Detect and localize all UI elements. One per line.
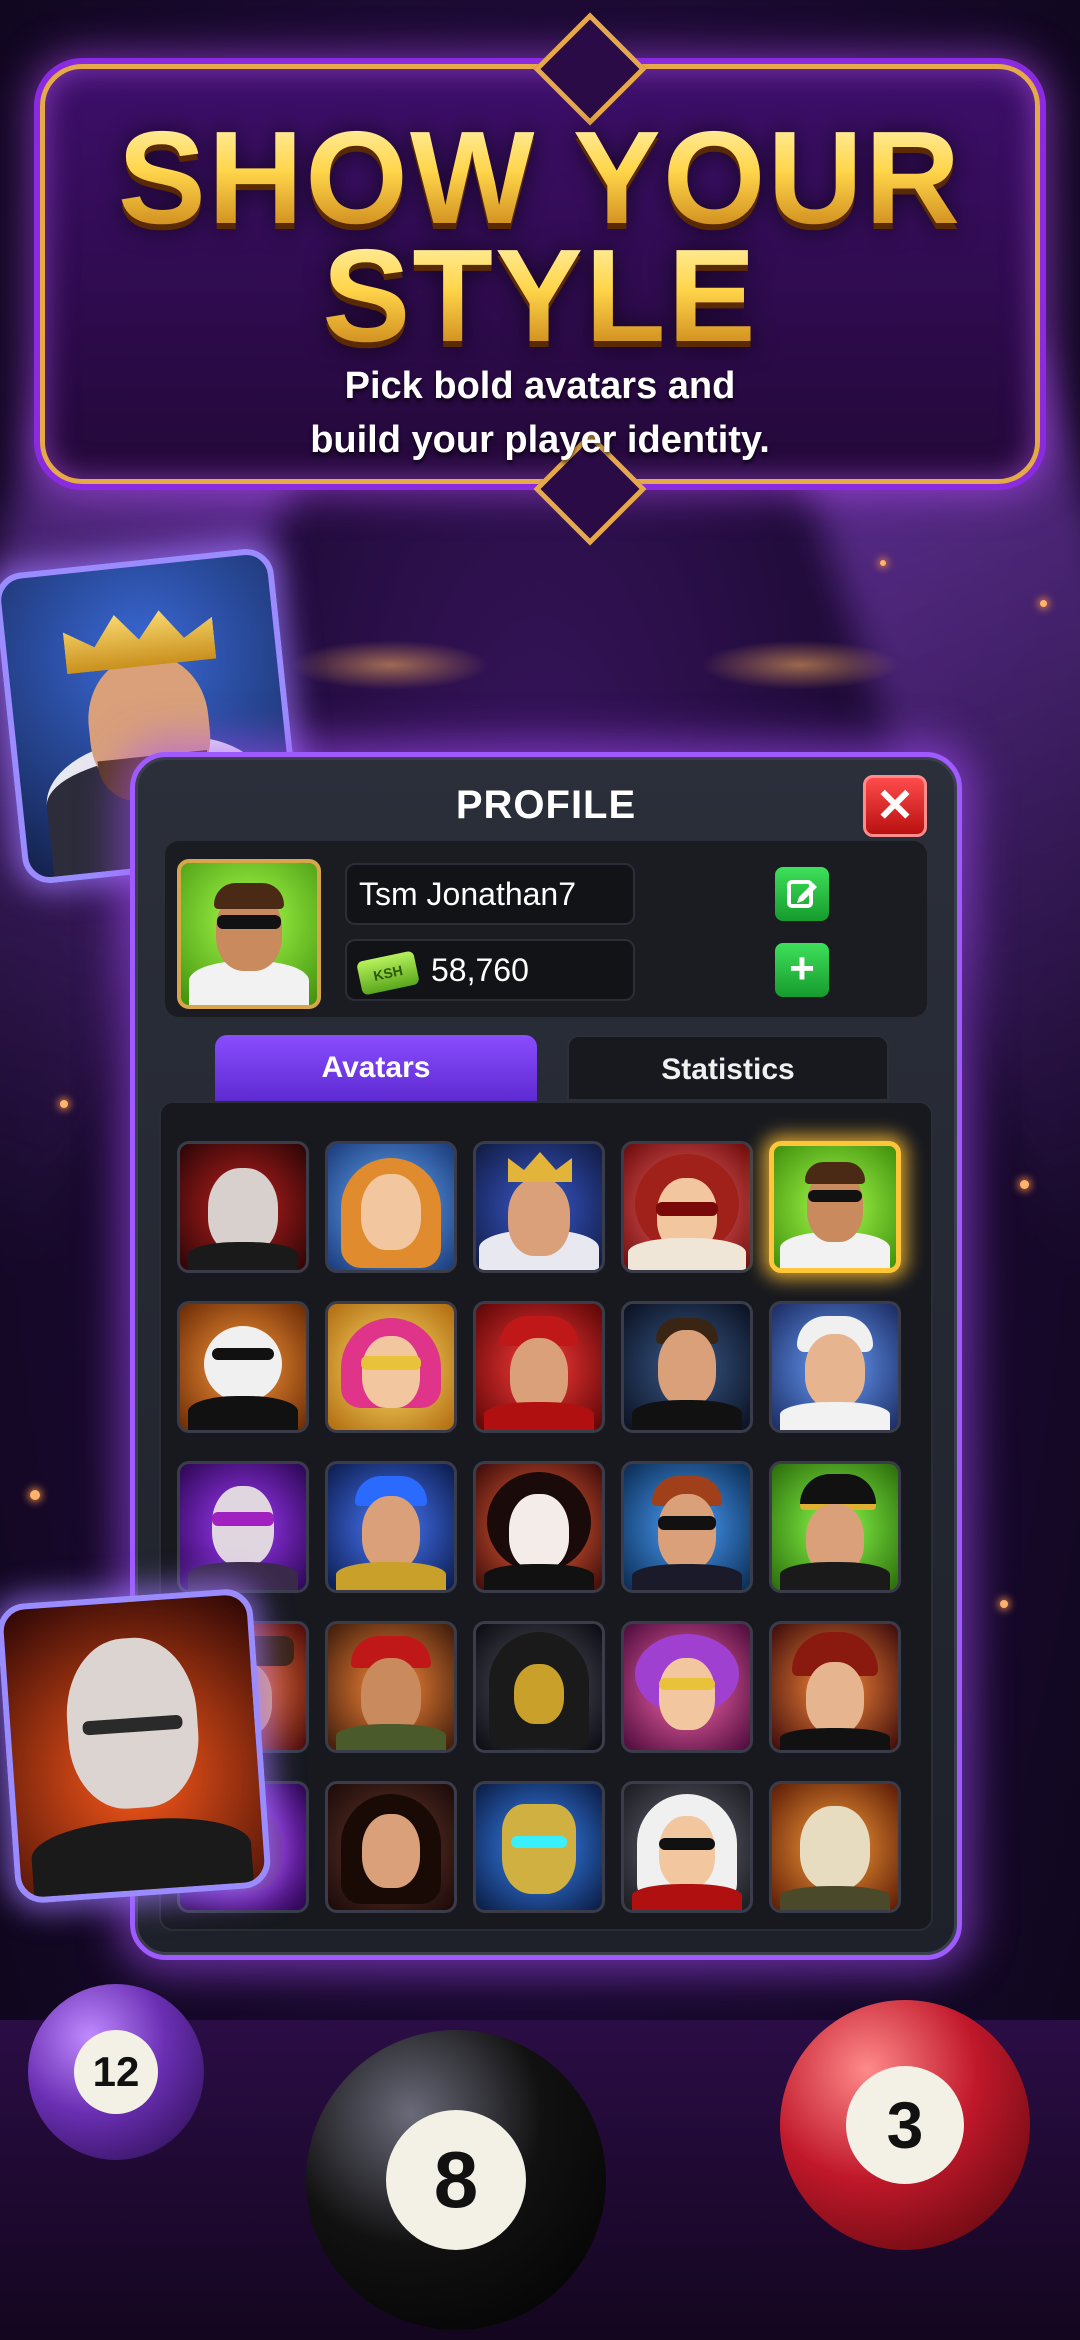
- billiard-ball-3: 3: [780, 2000, 1030, 2250]
- add-balance-button[interactable]: +: [775, 943, 829, 997]
- balance-value: 58,760: [431, 952, 529, 988]
- avatar-tile[interactable]: [473, 1301, 605, 1433]
- avatar-tile[interactable]: [325, 1301, 457, 1433]
- avatar-tile-selected[interactable]: [769, 1141, 901, 1273]
- tab-statistics-label: Statistics: [661, 1053, 795, 1086]
- avatar-tile[interactable]: [473, 1781, 605, 1913]
- avatar-tile[interactable]: [177, 1461, 309, 1593]
- tab-avatars-label: Avatars: [321, 1051, 431, 1084]
- username-text: Tsm Jonathan7: [359, 876, 577, 912]
- banner-subtitle-line2: build your player identity.: [310, 419, 770, 461]
- profile-summary: Tsm Jonathan7 KSH 58,760 +: [165, 841, 927, 1017]
- avatar-tile[interactable]: [621, 1141, 753, 1273]
- avatar-tile[interactable]: [769, 1781, 901, 1913]
- avatar-tile[interactable]: [769, 1461, 901, 1593]
- username-field: Tsm Jonathan7: [345, 863, 635, 925]
- avatar-tile[interactable]: [473, 1621, 605, 1753]
- close-button[interactable]: ✕: [863, 775, 927, 837]
- tab-avatars[interactable]: Avatars: [215, 1035, 537, 1101]
- ball-number: 12: [74, 2030, 158, 2114]
- edit-icon: [787, 880, 817, 908]
- ball-number: 8: [386, 2110, 526, 2250]
- avatar-tile[interactable]: [621, 1781, 753, 1913]
- avatar-tile[interactable]: [621, 1621, 753, 1753]
- avatar-grid: [159, 1101, 933, 1931]
- ksh-cash-icon: KSH: [356, 949, 420, 996]
- balance-field: KSH 58,760: [345, 939, 635, 1001]
- avatar-tile[interactable]: [769, 1301, 901, 1433]
- banner-title-line2: STYLE: [0, 230, 1080, 362]
- avatar-tile[interactable]: [769, 1621, 901, 1753]
- avatar-tile[interactable]: [325, 1461, 457, 1593]
- panel-title: PROFILE: [455, 783, 637, 827]
- avatar-tile[interactable]: [177, 1301, 309, 1433]
- avatar-tile[interactable]: [325, 1621, 457, 1753]
- ball-number: 3: [846, 2066, 964, 2184]
- avatar-tile[interactable]: [473, 1461, 605, 1593]
- billiard-ball-8: 8: [306, 2030, 606, 2330]
- current-avatar[interactable]: [177, 859, 321, 1009]
- avatar-tile[interactable]: [177, 1141, 309, 1273]
- edit-name-button[interactable]: [775, 867, 829, 921]
- avatar-tile[interactable]: [325, 1141, 457, 1273]
- crown-icon: [61, 599, 216, 674]
- avatar-tile[interactable]: [621, 1461, 753, 1593]
- avatar-tile[interactable]: [621, 1301, 753, 1433]
- avatar-tile[interactable]: [473, 1141, 605, 1273]
- billiard-ball-12: 12: [28, 1984, 204, 2160]
- floating-avatar-villain: [0, 1587, 273, 1905]
- plus-icon: +: [789, 944, 815, 993]
- tab-statistics[interactable]: Statistics: [567, 1035, 889, 1101]
- close-icon: ✕: [875, 779, 915, 831]
- banner-subtitle-line1: Pick bold avatars and: [344, 365, 736, 407]
- avatar-tile[interactable]: [325, 1781, 457, 1913]
